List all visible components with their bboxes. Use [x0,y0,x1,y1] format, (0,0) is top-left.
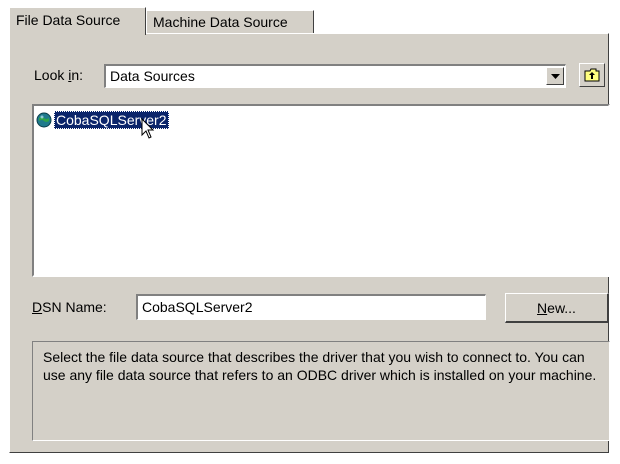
chevron-down-icon [550,73,560,79]
description-box: Select the file data source that describ… [32,341,610,441]
globe-icon [36,112,52,128]
mouse-cursor-icon [141,118,155,139]
tab-file-data-source[interactable]: File Data Source [9,7,146,35]
folder-up-icon [584,68,600,82]
dropdown-arrow-button[interactable] [546,67,564,85]
tab-label: Machine Data Source [153,14,288,30]
file-data-source-list[interactable]: CobaSQLServer2 [32,104,610,277]
new-button[interactable]: New... [505,293,609,323]
look-in-value: Data Sources [110,68,195,84]
new-button-label: New... [537,299,576,316]
dsn-name-value: CobaSQLServer2 [142,299,253,315]
look-in-dropdown[interactable]: Data Sources [104,64,566,88]
odbc-file-data-source-dialog: File Data Source Machine Data Source Loo… [0,0,620,464]
dsn-name-field[interactable]: CobaSQLServer2 [136,294,486,320]
dsn-name-label: DSN Name: [32,299,107,315]
tab-machine-data-source[interactable]: Machine Data Source [146,10,314,34]
look-in-label: Look in: [34,67,84,83]
tab-label: File Data Source [16,12,121,28]
up-one-level-button[interactable] [579,63,605,87]
description-text: Select the file data source that describ… [43,349,597,383]
